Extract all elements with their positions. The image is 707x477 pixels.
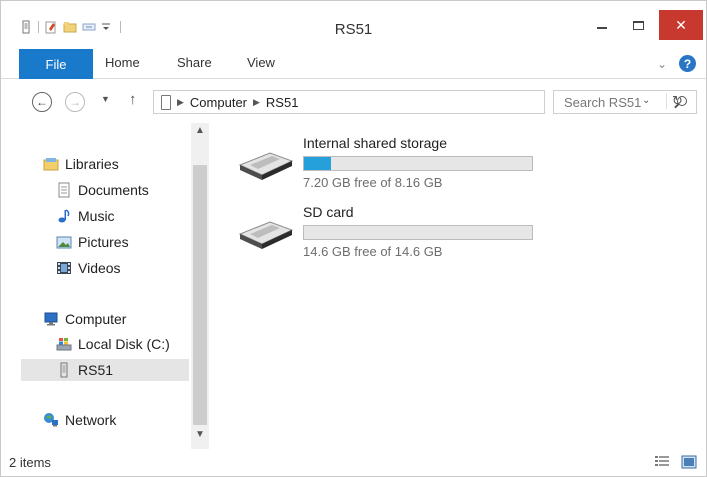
drive-name: Internal shared storage	[303, 135, 447, 151]
nav-scrollbar[interactable]: ▲ ▼	[191, 123, 209, 449]
pictures-icon	[56, 234, 72, 250]
ribbon-tabs: File Home Share View ⌄ ?	[1, 49, 706, 79]
videos-icon	[56, 260, 72, 276]
scrollbar-thumb[interactable]	[193, 165, 207, 425]
close-button[interactable]: ✕	[659, 10, 703, 40]
nav-label: Documents	[78, 182, 149, 198]
chevron-right-icon[interactable]: ▶	[253, 97, 260, 108]
search-icon[interactable]	[677, 96, 687, 106]
minimize-icon	[597, 27, 607, 29]
navigation-bar: ← → ▼ ↑ ▶ Computer ▶ RS51 ⌄ ↻	[1, 83, 706, 119]
search-input[interactable]	[564, 94, 664, 110]
up-arrow-icon: ↑	[129, 91, 137, 108]
device-icon	[56, 362, 72, 378]
music-icon	[56, 208, 72, 224]
large-icons-view-icon[interactable]	[681, 455, 697, 469]
tab-view[interactable]: View	[247, 55, 275, 70]
nav-label: Libraries	[65, 156, 119, 172]
nav-item-rs51[interactable]: RS51	[21, 359, 189, 381]
scroll-up-icon[interactable]: ▲	[191, 125, 209, 136]
nav-item-music[interactable]: Music	[56, 205, 115, 227]
explorer-window: RS51 ✕ File Home Share View ⌄ ? ← → ▼ ↑ …	[0, 0, 707, 477]
drive-usage-fill	[304, 157, 331, 170]
nav-label: Network	[65, 412, 117, 428]
close-icon: ✕	[675, 16, 687, 33]
chevron-right-icon[interactable]: ▶	[177, 97, 184, 108]
nav-item-computer[interactable]: Computer	[43, 308, 126, 330]
drive-icon	[56, 336, 72, 352]
address-bar[interactable]: ▶ Computer ▶ RS51 ⌄ ↻	[153, 90, 683, 114]
up-button[interactable]: ↑	[129, 91, 137, 108]
nav-item-pictures[interactable]: Pictures	[56, 231, 129, 253]
nav-item-libraries[interactable]: Libraries	[43, 153, 119, 175]
back-arrow-icon: ←	[36, 95, 48, 109]
drive-sd-card[interactable]: SD card 14.6 GB free of 14.6 GB	[236, 204, 556, 264]
nav-item-documents[interactable]: Documents	[56, 179, 149, 201]
title-bar: RS51 ✕	[1, 1, 706, 49]
drive-internal-storage[interactable]: Internal shared storage 7.20 GB free of …	[236, 135, 556, 195]
ribbon-controls: ⌄ ?	[657, 55, 696, 72]
nav-label: Videos	[78, 260, 121, 276]
tab-share[interactable]: Share	[177, 55, 212, 70]
drive-usage-bar	[303, 225, 533, 240]
nav-label: Pictures	[78, 234, 129, 250]
nav-item-local-disk[interactable]: Local Disk (C:)	[56, 333, 170, 355]
scroll-down-icon[interactable]: ▼	[191, 429, 209, 440]
back-button[interactable]: ←	[32, 92, 52, 112]
tab-file[interactable]: File	[19, 49, 93, 79]
expand-ribbon-icon[interactable]: ⌄	[657, 57, 667, 71]
help-icon[interactable]: ?	[679, 55, 696, 72]
removable-drive-icon	[236, 220, 294, 250]
nav-label: Local Disk (C:)	[78, 336, 170, 352]
device-icon	[161, 94, 171, 110]
libraries-icon	[43, 156, 59, 172]
removable-drive-icon	[236, 151, 294, 181]
documents-icon	[56, 182, 72, 198]
item-count: 2 items	[9, 455, 51, 470]
forward-button[interactable]: →	[65, 92, 85, 112]
recent-locations-button[interactable]: ▼	[101, 94, 110, 104]
search-box[interactable]	[553, 90, 697, 114]
network-icon	[43, 412, 59, 428]
drive-free-space: 7.20 GB free of 8.16 GB	[303, 175, 443, 190]
nav-label: RS51	[78, 362, 114, 378]
maximize-button[interactable]	[623, 10, 653, 40]
content-pane: Internal shared storage 7.20 GB free of …	[216, 123, 704, 449]
tab-home[interactable]: Home	[105, 55, 140, 70]
details-view-icon[interactable]	[654, 455, 670, 469]
navigation-pane: Libraries Documents Music Pictures Video…	[1, 123, 211, 449]
computer-icon	[43, 311, 59, 327]
forward-arrow-icon: →	[69, 95, 81, 109]
minimize-button[interactable]	[587, 10, 617, 40]
drive-free-space: 14.6 GB free of 14.6 GB	[303, 244, 443, 259]
breadcrumb-computer[interactable]: Computer	[190, 95, 247, 110]
nav-item-network[interactable]: Network	[43, 409, 116, 431]
nav-label: Music	[78, 208, 115, 224]
maximize-icon	[632, 20, 644, 30]
drive-usage-bar	[303, 156, 533, 171]
nav-label: Computer	[65, 311, 127, 327]
status-bar: 2 items	[1, 450, 706, 476]
nav-item-videos[interactable]: Videos	[56, 257, 121, 279]
drive-name: SD card	[303, 204, 354, 220]
breadcrumb-rs51[interactable]: RS51	[266, 95, 299, 110]
